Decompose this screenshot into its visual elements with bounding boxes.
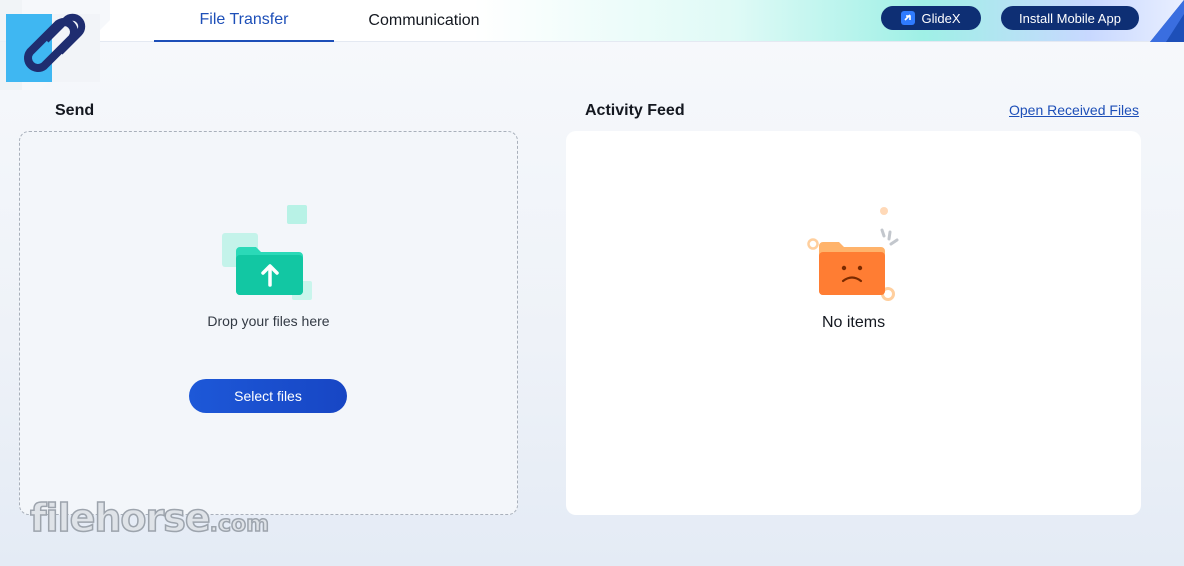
install-mobile-app-button[interactable]: Install Mobile App [1001,6,1139,30]
corner-accent [1150,0,1184,42]
glidex-button[interactable]: GlideX [881,6,981,30]
watermark-suffix: .com [209,511,270,538]
glidex-icon [901,11,916,25]
glidex-label: GlideX [921,10,961,26]
activity-feed-title: Activity Feed [585,102,685,119]
no-items-text: No items [821,314,886,331]
tab-file-transfer[interactable]: File Transfer [154,0,334,42]
select-files-button[interactable]: Select files [189,379,347,413]
send-title: Send [55,102,95,119]
empty-folder-icon [807,207,899,301]
tab-communication[interactable]: Communication [334,0,514,42]
upload-folder-icon [222,205,312,300]
watermark-text: filehorse [29,495,211,541]
app-logo [0,0,110,90]
filehorse-watermark: filehorse.com [29,495,270,541]
tab-bar: File Transfer Communication [154,0,514,42]
drop-files-text: Drop your files here [207,313,330,329]
open-received-files-link[interactable]: Open Received Files [1009,102,1139,118]
